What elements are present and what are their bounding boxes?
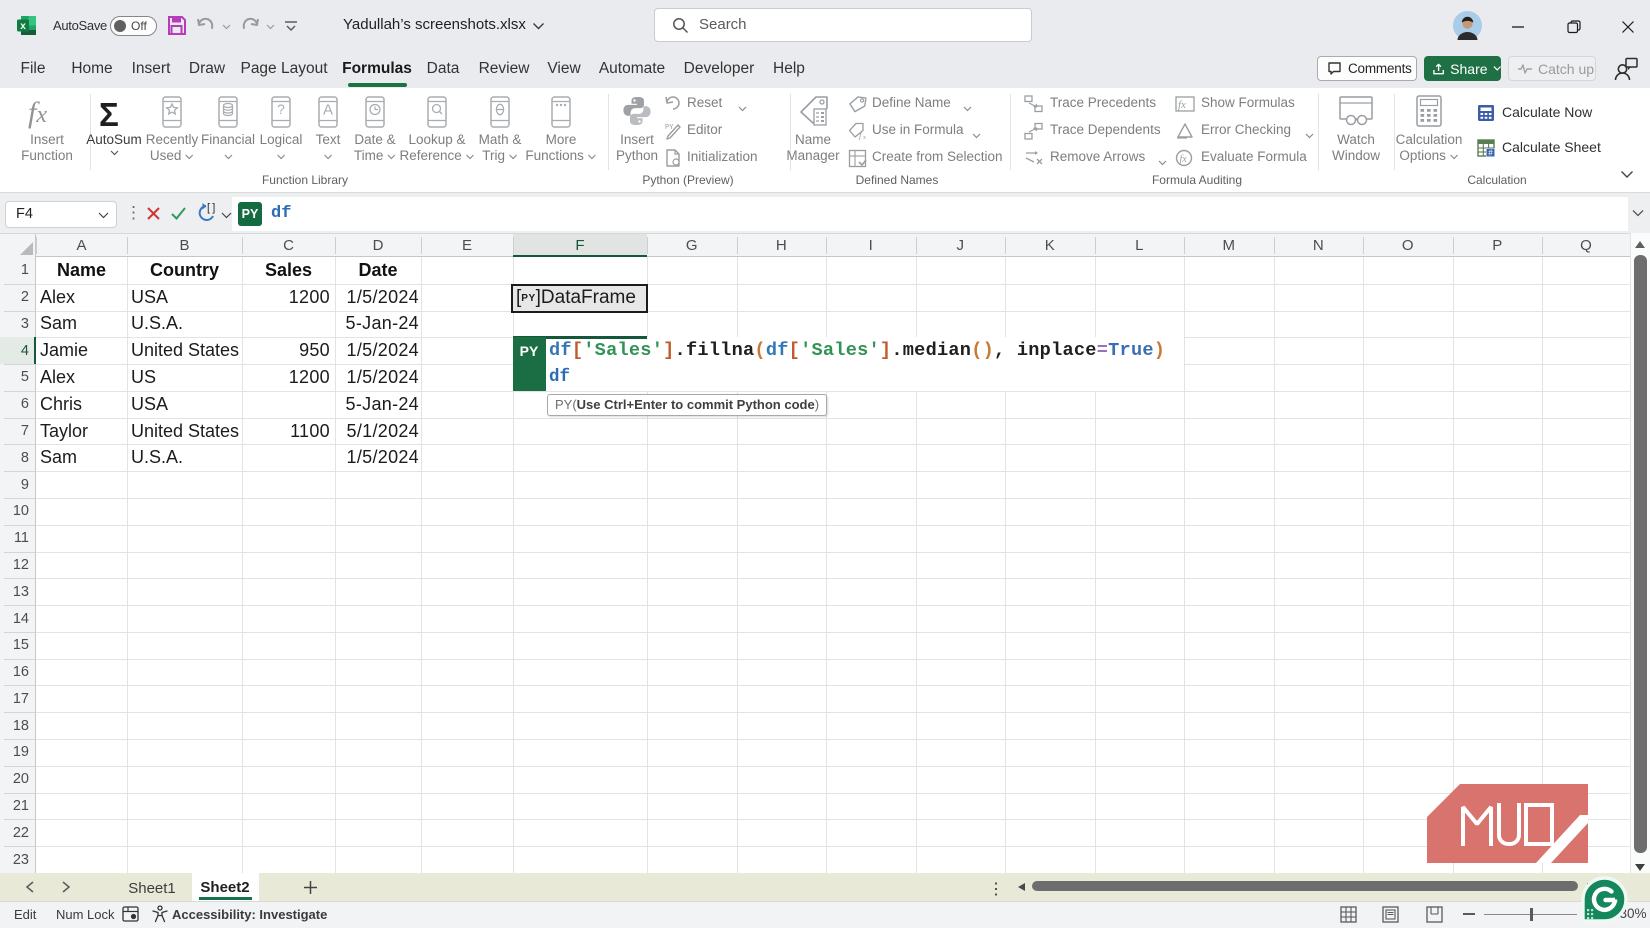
svg-text:A: A <box>323 102 333 119</box>
svg-text:[ ]: [ ] <box>207 202 215 214</box>
svg-text:fx: fx <box>1178 99 1186 111</box>
svg-text:#: # <box>1488 149 1493 158</box>
svg-text:PY: PY <box>665 124 674 132</box>
svg-text:?: ? <box>277 101 285 117</box>
svg-text:x: x <box>863 135 866 140</box>
svg-text:x: x <box>20 21 26 32</box>
svg-text:fx: fx <box>1180 154 1188 165</box>
